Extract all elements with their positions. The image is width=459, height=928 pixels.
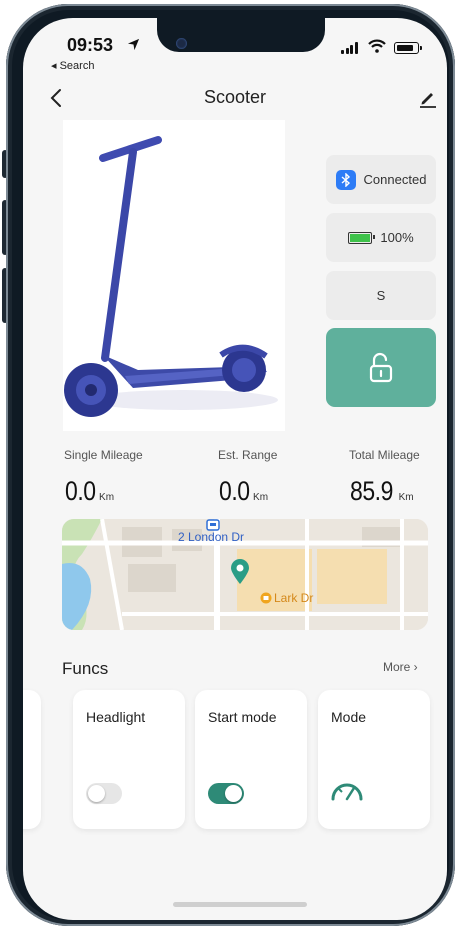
single-mileage-label: Single Mileage xyxy=(64,448,143,462)
status-time: 09:53 xyxy=(67,35,114,55)
location-arrow-icon xyxy=(127,38,140,51)
speedometer-gauge-icon xyxy=(331,783,363,801)
est-range-number: 0.0 xyxy=(219,476,250,506)
phone-frame: 09:53 ◂ Search Scooter Connected 100% S … xyxy=(6,4,455,926)
scooter-image xyxy=(63,120,285,431)
single-mileage-number: 0.0 xyxy=(65,476,96,506)
est-range-label: Est. Range xyxy=(218,448,278,462)
start-mode-card-title: Start mode xyxy=(208,709,277,725)
home-indicator xyxy=(173,902,307,907)
speed-mode-button[interactable]: S xyxy=(326,271,436,320)
battery-status-icon xyxy=(394,42,422,54)
camera xyxy=(176,38,187,49)
map-place-label: Lark Dr xyxy=(274,591,314,605)
single-mileage-value: 0.0 Km xyxy=(65,476,114,507)
more-link[interactable]: More › xyxy=(383,660,418,674)
wifi-icon xyxy=(368,39,386,53)
single-mileage-unit: Km xyxy=(99,492,115,503)
place-marker-icon xyxy=(260,592,272,604)
unlock-button[interactable] xyxy=(326,328,436,407)
start-mode-toggle[interactable] xyxy=(208,783,244,804)
map-street-label: 2 London Dr xyxy=(178,530,245,544)
partial-func-card[interactable] xyxy=(23,690,41,829)
unlocked-padlock-icon xyxy=(369,352,393,382)
funcs-title: Funcs xyxy=(62,659,109,678)
page-title: Scooter xyxy=(203,87,267,107)
location-pin-icon xyxy=(231,559,249,584)
headlight-card[interactable]: Headlight xyxy=(73,690,185,829)
battery-level-button[interactable]: 100% xyxy=(326,213,436,262)
headlight-toggle[interactable] xyxy=(86,783,122,804)
location-map[interactable]: 2 London Dr Lark Dr xyxy=(62,519,428,630)
est-range-unit: Km xyxy=(253,492,269,503)
start-mode-card[interactable]: Start mode xyxy=(195,690,307,829)
connection-status-button[interactable]: Connected xyxy=(326,155,436,204)
mode-card-title: Mode xyxy=(331,709,367,725)
screen: 09:53 ◂ Search Scooter Connected 100% S … xyxy=(23,18,447,920)
cellular-signal-icon xyxy=(341,42,358,54)
battery-level-label: 100% xyxy=(380,230,414,245)
mode-card[interactable]: Mode xyxy=(318,690,430,829)
connection-label: Connected xyxy=(363,172,427,187)
bluetooth-icon xyxy=(335,169,356,190)
headlight-card-title: Headlight xyxy=(86,709,146,725)
total-mileage-value: 85.9 Km xyxy=(350,476,414,507)
total-mileage-label: Total Mileage xyxy=(349,448,420,462)
total-mileage-number: 85.9 xyxy=(350,476,393,506)
est-range-value: 0.0 Km xyxy=(219,476,268,507)
total-mileage-unit: Km xyxy=(398,492,414,503)
edit-pencil-icon[interactable] xyxy=(418,88,438,108)
back-to-search-link[interactable]: ◂ Search xyxy=(51,59,94,72)
battery-level-icon xyxy=(348,231,376,244)
speed-mode-label: S xyxy=(376,288,386,303)
